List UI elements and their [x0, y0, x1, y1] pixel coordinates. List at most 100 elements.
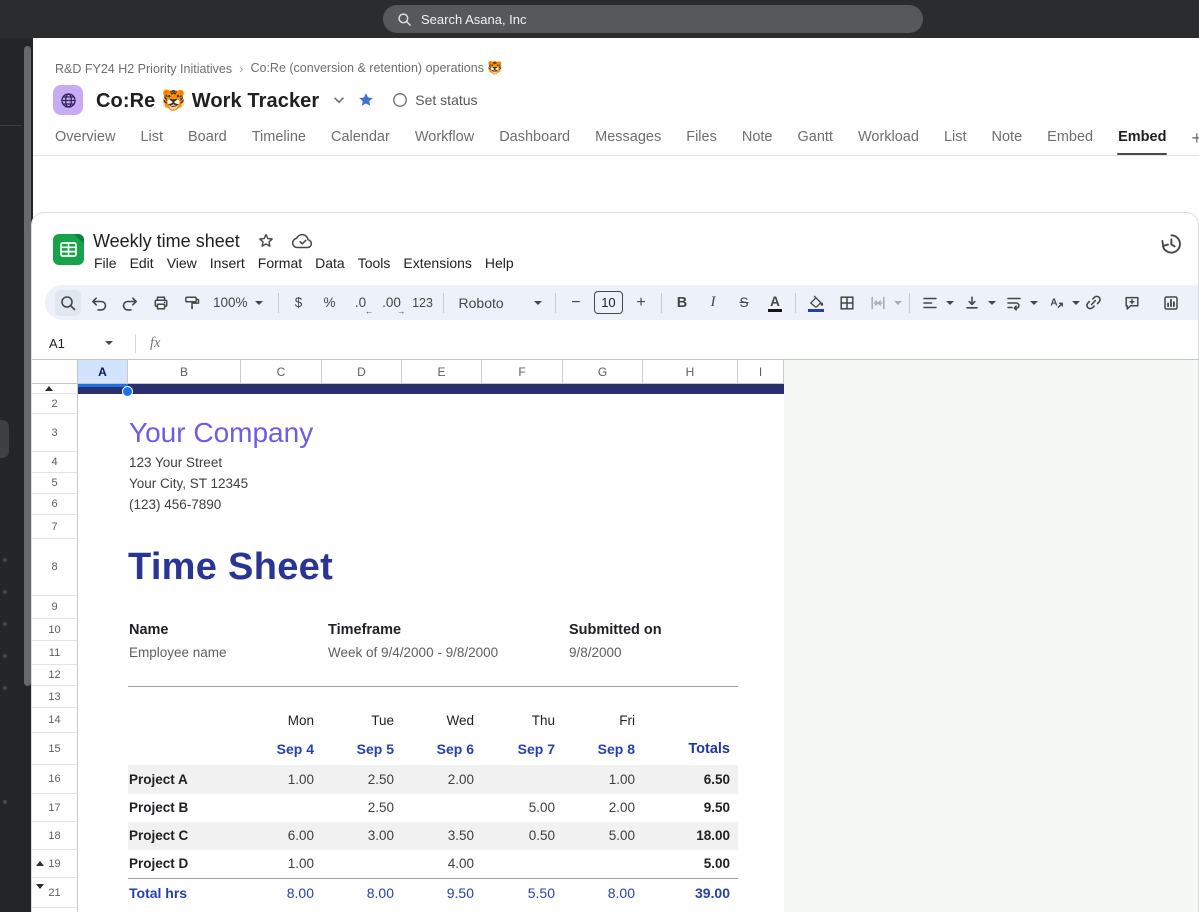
borders-button[interactable]: [834, 290, 860, 316]
project-name-cell[interactable]: Project A: [129, 765, 188, 794]
text-rotation-caret[interactable]: [1072, 301, 1080, 305]
project-total-cell[interactable]: 9.50: [643, 794, 730, 822]
info-value-cell[interactable]: Week of 9/4/2000 - 9/8/2000: [328, 641, 498, 665]
bold-button[interactable]: B: [669, 290, 695, 316]
day-date-cell[interactable]: Sep 8: [563, 733, 635, 765]
set-status-button[interactable]: Set status: [392, 92, 477, 108]
menu-format[interactable]: Format: [258, 255, 302, 271]
column-header-I[interactable]: I: [738, 360, 784, 384]
column-header-D[interactable]: D: [322, 360, 402, 384]
increase-decimal-button[interactable]: .00: [379, 290, 405, 316]
formula-input[interactable]: [160, 327, 1199, 359]
redo-button[interactable]: [117, 290, 143, 316]
total-hours-value-cell[interactable]: 9.50: [402, 878, 474, 908]
tab-timeline-3[interactable]: Timeline: [252, 129, 306, 155]
day-name-cell[interactable]: Wed: [402, 708, 474, 733]
menu-tools[interactable]: Tools: [358, 255, 391, 271]
font-select[interactable]: Roboto: [451, 295, 548, 311]
paint-format-button[interactable]: [179, 290, 205, 316]
row-header-4[interactable]: 4: [32, 452, 78, 473]
hidden-row-above-icon[interactable]: [36, 861, 44, 866]
row-header-11[interactable]: 11: [32, 641, 78, 665]
row-header-3[interactable]: 3: [32, 414, 78, 452]
zoom-select[interactable]: 100%: [205, 295, 271, 310]
hours-value-cell[interactable]: 1.00: [563, 765, 635, 794]
tab-calendar-4[interactable]: Calendar: [331, 129, 390, 155]
hours-value-cell[interactable]: 5.00: [482, 794, 555, 822]
address-line-cell[interactable]: 123 Your Street: [129, 452, 222, 473]
row-header-5[interactable]: 5: [32, 473, 78, 494]
row-header-19[interactable]: 19: [32, 850, 78, 878]
print-button[interactable]: [148, 290, 174, 316]
sidebar-scrollbar-thumb[interactable]: [24, 46, 31, 686]
merge-options-caret[interactable]: [894, 301, 902, 305]
day-date-cell[interactable]: Sep 5: [322, 733, 394, 765]
menu-view[interactable]: View: [167, 255, 197, 271]
merge-cells-button[interactable]: [865, 290, 891, 316]
hours-value-cell[interactable]: 2.00: [402, 765, 474, 794]
title-menu-button[interactable]: [331, 94, 347, 107]
text-wrap-caret[interactable]: [1030, 301, 1038, 305]
sidebar-expand-handle[interactable]: [0, 420, 9, 458]
column-header-H[interactable]: H: [643, 360, 738, 384]
project-name-cell[interactable]: Project D: [129, 850, 188, 878]
tab-note-9[interactable]: Note: [742, 129, 773, 155]
hours-value-cell[interactable]: 2.00: [563, 794, 635, 822]
day-date-cell[interactable]: Sep 6: [402, 733, 474, 765]
undo-button[interactable]: [86, 290, 112, 316]
doc-sync-status-button[interactable]: [292, 233, 314, 250]
row1-header-band[interactable]: [78, 384, 784, 394]
row-header-22[interactable]: [32, 908, 78, 912]
tab-list-1[interactable]: List: [140, 129, 163, 155]
day-date-cell[interactable]: Sep 7: [482, 733, 555, 765]
text-color-button[interactable]: A: [762, 289, 788, 317]
grand-total-cell[interactable]: 39.00: [643, 878, 730, 908]
menu-help[interactable]: Help: [485, 255, 514, 271]
total-hours-value-cell[interactable]: 8.00: [563, 878, 635, 908]
tab-workflow-5[interactable]: Workflow: [415, 129, 474, 155]
column-header-B[interactable]: B: [128, 360, 241, 384]
hours-value-cell[interactable]: 3.00: [322, 822, 394, 850]
row-header-1[interactable]: [32, 384, 78, 394]
hours-value-cell[interactable]: 5.00: [563, 822, 635, 850]
hours-value-cell[interactable]: 6.00: [241, 822, 314, 850]
text-wrap-button[interactable]: [1001, 290, 1027, 316]
doc-title[interactable]: Weekly time sheet: [93, 231, 240, 252]
project-total-cell[interactable]: 18.00: [643, 822, 730, 850]
insert-chart-button[interactable]: [1158, 290, 1184, 316]
version-history-button[interactable]: [1157, 230, 1185, 258]
vertical-align-caret[interactable]: [988, 301, 996, 305]
row-header-18[interactable]: 18: [32, 822, 78, 850]
decrease-decimal-button[interactable]: .0: [348, 290, 374, 316]
row-header-8[interactable]: 8: [32, 539, 78, 596]
strikethrough-button[interactable]: S: [731, 290, 757, 316]
sheets-logo-icon[interactable]: [53, 234, 84, 265]
totals-header-cell[interactable]: Totals: [643, 733, 730, 765]
row-header-12[interactable]: 12: [32, 665, 78, 686]
row-header-9[interactable]: 9: [32, 596, 78, 619]
favorite-star-button[interactable]: [358, 92, 374, 108]
tab-embed-14[interactable]: Embed: [1047, 129, 1093, 155]
font-size-input[interactable]: 10: [594, 291, 623, 314]
row-header-7[interactable]: 7: [32, 515, 78, 539]
more-formats-button[interactable]: 123: [410, 290, 436, 316]
total-hours-label-cell[interactable]: Total hrs: [129, 878, 187, 908]
tab-files-8[interactable]: Files: [686, 129, 717, 155]
menu-file[interactable]: File: [94, 255, 117, 271]
info-label-cell[interactable]: Submitted on: [569, 619, 662, 641]
collapsed-sidebar[interactable]: [0, 38, 33, 912]
column-header-G[interactable]: G: [563, 360, 643, 384]
column-header-E[interactable]: E: [402, 360, 482, 384]
day-name-cell[interactable]: Tue: [322, 708, 394, 733]
global-search[interactable]: Search Asana, Inc: [383, 5, 923, 33]
decrease-font-size-button[interactable]: −: [563, 290, 589, 316]
info-value-cell[interactable]: Employee name: [129, 641, 227, 665]
tab-list-12[interactable]: List: [944, 129, 967, 155]
total-hours-value-cell[interactable]: 8.00: [322, 878, 394, 908]
column-header-F[interactable]: F: [482, 360, 563, 384]
project-icon-tile[interactable]: [53, 85, 83, 115]
hours-value-cell[interactable]: 4.00: [402, 850, 474, 878]
menu-extensions[interactable]: Extensions: [403, 255, 471, 271]
row-header-10[interactable]: 10: [32, 619, 78, 641]
total-hours-value-cell[interactable]: 5.50: [482, 878, 555, 908]
